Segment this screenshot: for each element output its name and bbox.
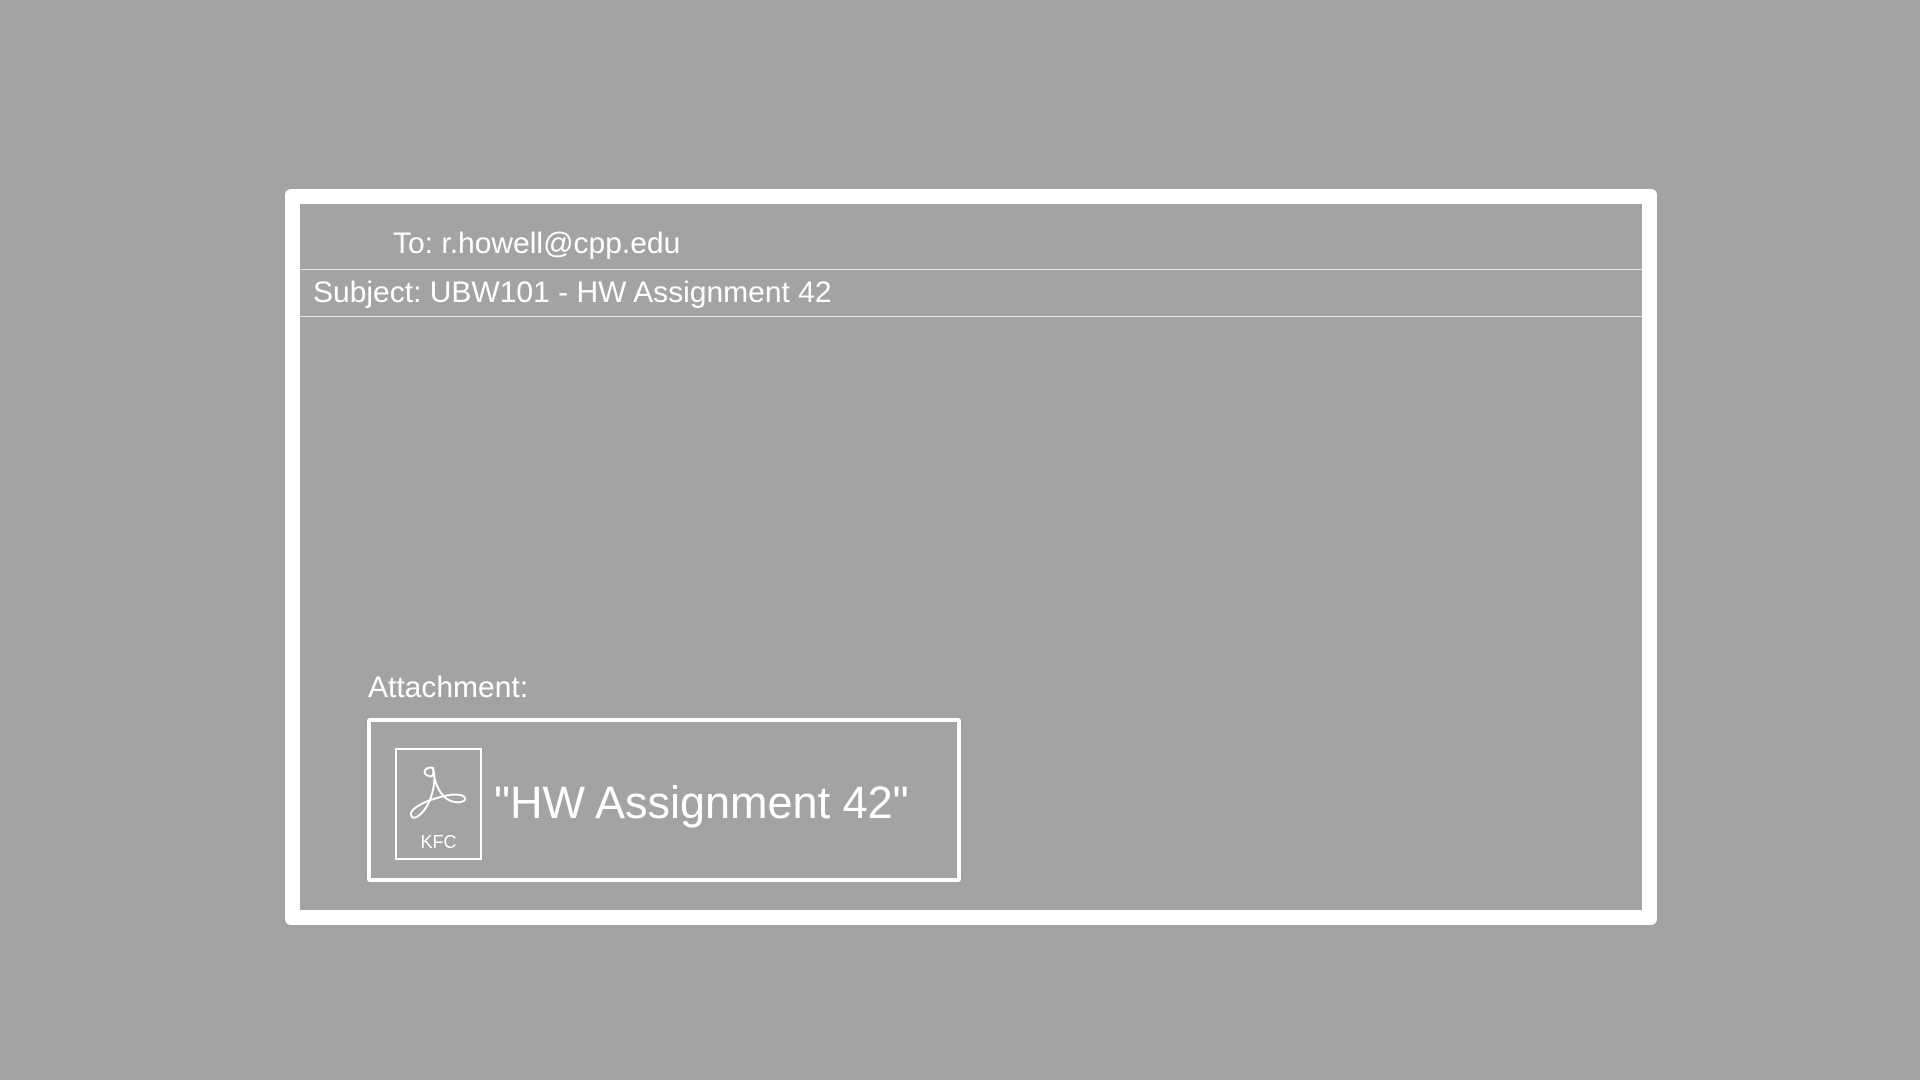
subject-field[interactable]: Subject: UBW101 - HW Assignment 42	[300, 270, 1642, 317]
to-recipient-text: To: r.howell@cpp.edu	[393, 227, 681, 260]
pdf-swirl-icon	[410, 766, 466, 819]
subject-text: Subject: UBW101 - HW Assignment 42	[313, 276, 832, 309]
to-field[interactable]: To: r.howell@cpp.edu	[300, 204, 1642, 270]
attachment-file-name: "HW Assignment 42"	[494, 777, 909, 828]
attachment-label: Attachment:	[368, 671, 529, 704]
pdf-file-icon: KFC	[395, 748, 482, 860]
screen: { "email": { "to_label": "To: r.howell@c…	[0, 0, 1920, 1080]
email-compose-window: To: r.howell@cpp.edu Subject: UBW101 - H…	[285, 189, 1657, 925]
attachment-item[interactable]: KFC "HW Assignment 42"	[367, 718, 961, 882]
file-icon-caption: KFC	[420, 832, 457, 852]
